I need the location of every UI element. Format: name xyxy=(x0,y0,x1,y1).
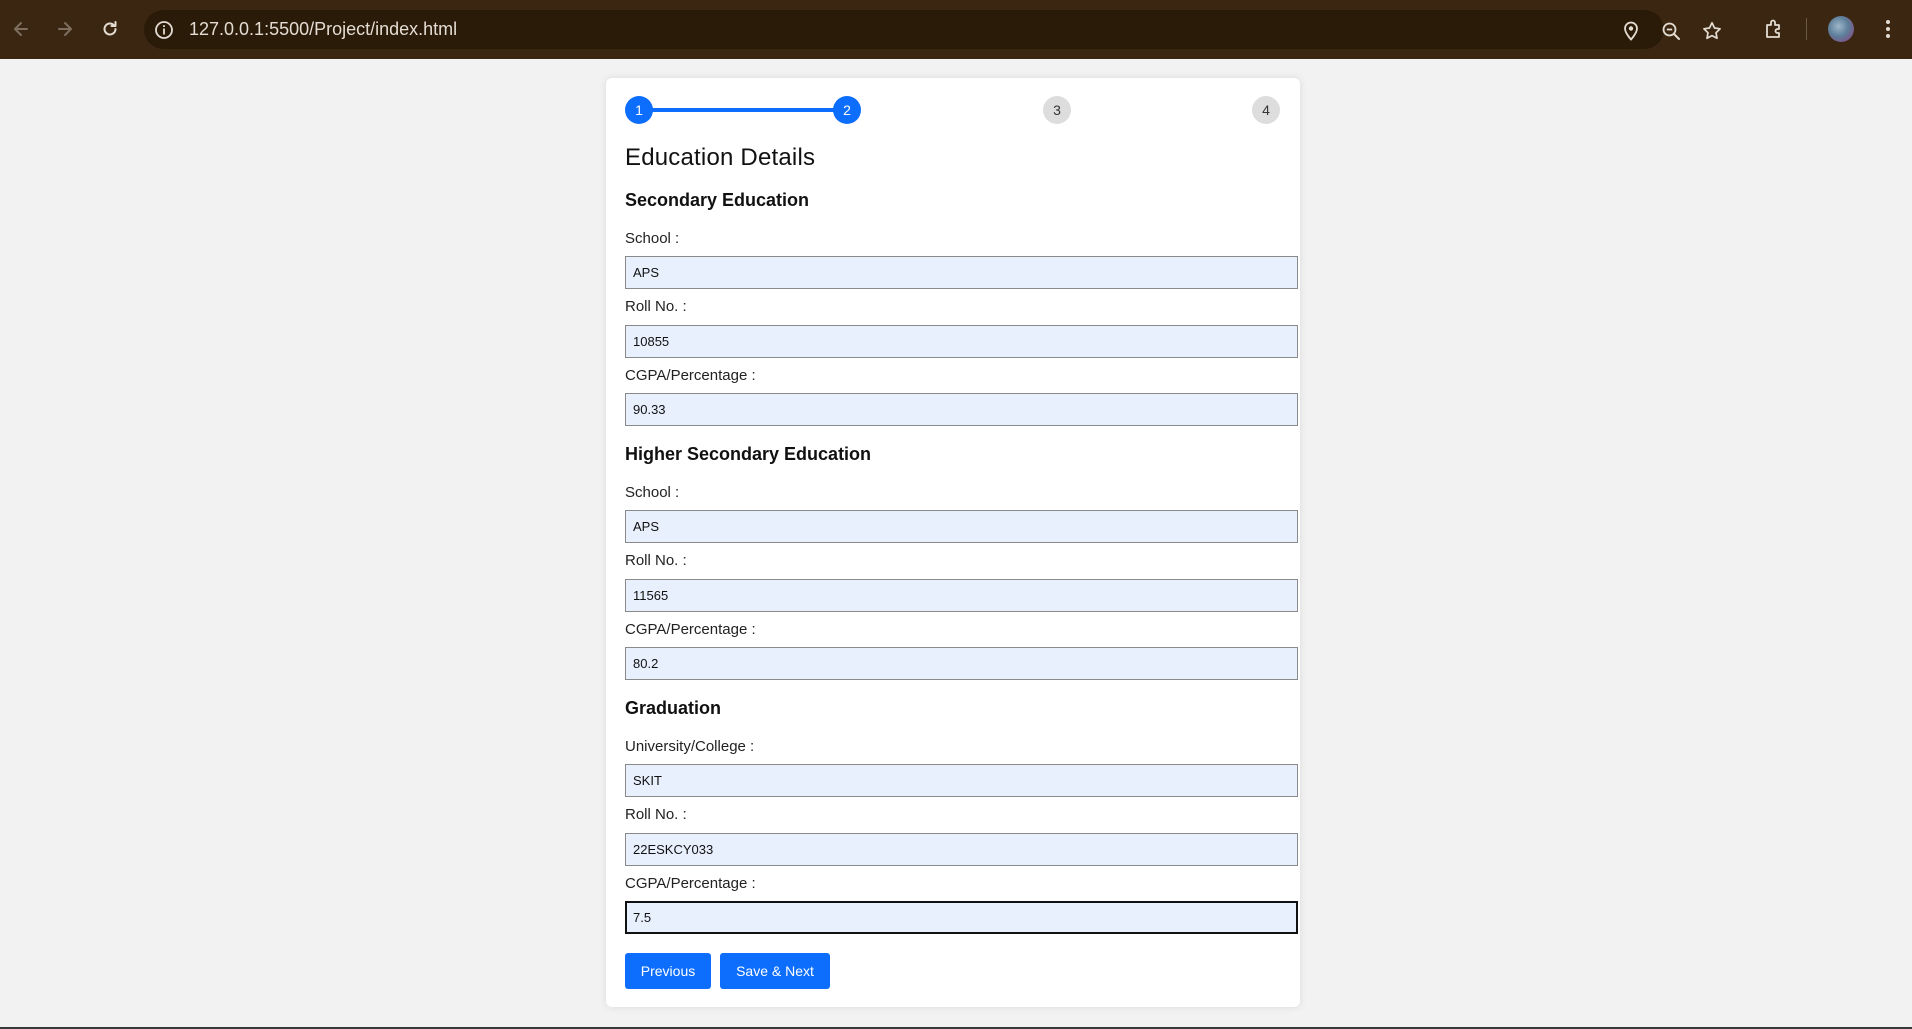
menu-icon[interactable] xyxy=(1876,17,1900,41)
step-4: 4 xyxy=(1252,96,1280,124)
bookmark-star-icon[interactable] xyxy=(1701,20,1723,42)
graduation-roll-input[interactable] xyxy=(625,833,1298,866)
reload-icon[interactable] xyxy=(95,14,125,44)
step-1: 1 xyxy=(625,96,653,124)
toolbar-divider xyxy=(1806,18,1807,40)
secondary-education-heading: Secondary Education xyxy=(625,190,810,210)
graduation-heading: Graduation xyxy=(625,698,722,718)
save-next-button[interactable]: Save & Next xyxy=(720,953,830,989)
previous-button[interactable]: Previous xyxy=(625,953,711,989)
form-title: Education Details xyxy=(625,144,816,171)
extensions-icon[interactable] xyxy=(1762,17,1786,41)
step-progress: 1 2 3 4 xyxy=(625,96,1280,124)
step-2: 2 xyxy=(833,96,861,124)
secondary-cgpa-label: CGPA/Percentage : xyxy=(625,367,756,384)
higher-secondary-cgpa-label: CGPA/Percentage : xyxy=(625,621,756,638)
secondary-roll-input[interactable] xyxy=(625,325,1298,358)
graduation-college-label: University/College : xyxy=(625,738,755,755)
graduation-cgpa-label: CGPA/Percentage : xyxy=(625,875,756,892)
higher-secondary-roll-label: Roll No. : xyxy=(625,552,687,569)
zoom-icon[interactable] xyxy=(1660,20,1682,42)
secondary-roll-label: Roll No. : xyxy=(625,298,687,315)
browser-toolbar: 127.0.0.1:5500/Project/index.html xyxy=(0,0,1912,59)
higher-secondary-roll-input[interactable] xyxy=(625,579,1298,612)
back-icon[interactable] xyxy=(6,14,36,44)
higher-secondary-heading: Higher Secondary Education xyxy=(625,444,872,464)
progress-line xyxy=(639,108,847,112)
forward-icon[interactable] xyxy=(50,14,80,44)
education-form-card: 1 2 3 4 Education Details Secondary Educ… xyxy=(606,78,1300,1007)
higher-secondary-school-input[interactable] xyxy=(625,510,1298,543)
step-3: 3 xyxy=(1043,96,1071,124)
profile-avatar[interactable] xyxy=(1828,16,1854,42)
site-info-icon[interactable] xyxy=(154,20,174,40)
secondary-school-label: School : xyxy=(625,230,680,247)
secondary-cgpa-input[interactable] xyxy=(625,393,1298,426)
higher-secondary-school-label: School : xyxy=(625,484,680,501)
graduation-roll-label: Roll No. : xyxy=(625,806,687,823)
graduation-cgpa-input[interactable] xyxy=(625,901,1298,934)
secondary-school-input[interactable] xyxy=(625,256,1298,289)
url-text[interactable]: 127.0.0.1:5500/Project/index.html xyxy=(189,10,457,49)
location-icon[interactable] xyxy=(1620,20,1642,42)
graduation-college-input[interactable] xyxy=(625,764,1298,797)
higher-secondary-cgpa-input[interactable] xyxy=(625,647,1298,680)
address-bar[interactable]: 127.0.0.1:5500/Project/index.html xyxy=(144,10,1721,49)
